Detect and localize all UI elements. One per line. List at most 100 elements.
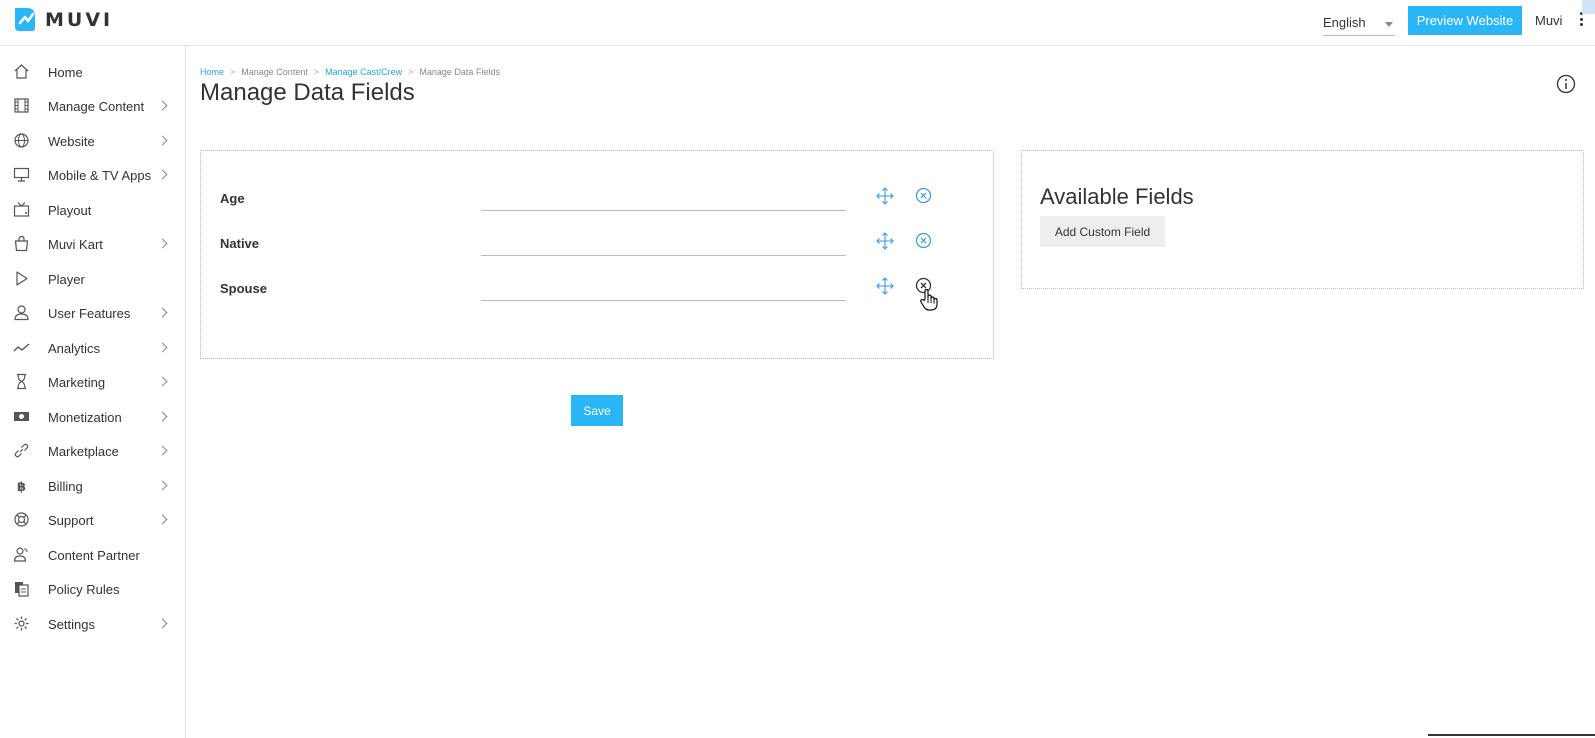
sidebar-item-muvi-kart[interactable]: Muvi Kart bbox=[0, 229, 186, 259]
sidebar-item-analytics[interactable]: Analytics bbox=[0, 333, 186, 363]
native-field-input[interactable] bbox=[481, 226, 846, 256]
user-menu-name[interactable]: Muvi bbox=[1535, 13, 1562, 28]
chevron-right-icon bbox=[157, 411, 168, 422]
remove-circle-icon[interactable] bbox=[915, 232, 932, 249]
chevron-right-icon bbox=[157, 169, 168, 180]
sidebar-item-billing[interactable]: ฿ Billing bbox=[0, 471, 186, 501]
sidebar-item-label: Player bbox=[48, 272, 85, 287]
available-fields-panel: Available Fields Add Custom Field bbox=[1021, 150, 1584, 289]
move-icon[interactable] bbox=[876, 277, 894, 295]
chevron-right-icon bbox=[157, 342, 168, 353]
sidebar-item-player[interactable]: Player bbox=[0, 264, 186, 294]
caret-down-icon bbox=[1385, 22, 1393, 27]
home-icon bbox=[14, 64, 29, 79]
field-row-native: Native bbox=[201, 226, 995, 266]
field-label: Age bbox=[220, 191, 245, 206]
add-custom-field-button[interactable]: Add Custom Field bbox=[1040, 216, 1165, 247]
trend-icon bbox=[13, 343, 30, 352]
sidebar-item-label: Monetization bbox=[48, 410, 122, 425]
sidebar-nav: Home Manage Content Website Mobile & TV … bbox=[0, 46, 186, 738]
shopping-bag-icon bbox=[14, 235, 29, 252]
remove-circle-icon[interactable] bbox=[915, 187, 932, 204]
field-label: Spouse bbox=[220, 281, 267, 296]
chevron-right-icon bbox=[157, 100, 168, 111]
sidebar-item-playout[interactable]: Playout bbox=[0, 195, 186, 225]
gear-icon bbox=[14, 616, 29, 631]
sidebar-item-label: Marketplace bbox=[48, 444, 119, 459]
muvi-logo[interactable]: MUVI bbox=[13, 6, 113, 33]
sidebar-item-content-partner[interactable]: Content Partner bbox=[0, 540, 186, 570]
chevron-right-icon bbox=[157, 445, 168, 456]
bitcoin-icon: ฿ bbox=[17, 480, 26, 494]
breadcrumb-separator: > bbox=[408, 67, 414, 77]
sidebar-item-home[interactable]: Home bbox=[0, 57, 186, 87]
sidebar-item-marketing[interactable]: Marketing bbox=[0, 367, 186, 397]
sidebar-item-policy-rules[interactable]: Policy Rules bbox=[0, 574, 186, 604]
tv-icon bbox=[13, 202, 30, 217]
sidebar-item-mobile-tv-apps[interactable]: Mobile & TV Apps bbox=[0, 160, 186, 190]
sidebar-item-settings[interactable]: Settings bbox=[0, 609, 186, 639]
sidebar-item-label: Marketing bbox=[48, 375, 106, 390]
chevron-right-icon bbox=[157, 376, 168, 387]
monitor-icon bbox=[13, 167, 30, 182]
sidebar-item-label: Support bbox=[48, 513, 94, 528]
bottom-edge-line bbox=[1428, 734, 1595, 736]
sidebar-item-label: User Features bbox=[48, 306, 131, 321]
sidebar-item-support[interactable]: Support bbox=[0, 505, 186, 535]
data-fields-panel: Age Native Spouse bbox=[200, 150, 994, 359]
chevron-right-icon bbox=[157, 238, 168, 249]
breadcrumb: Home > Manage Content > Manage Cast/Crew… bbox=[200, 67, 500, 77]
sidebar-item-label: Analytics bbox=[48, 341, 101, 356]
age-field-input[interactable] bbox=[481, 181, 846, 211]
preview-website-button[interactable]: Preview Website bbox=[1408, 6, 1522, 35]
sidebar-item-user-features[interactable]: User Features bbox=[0, 298, 186, 328]
sidebar-item-label: Billing bbox=[48, 479, 83, 494]
sidebar-item-label: Website bbox=[48, 134, 95, 149]
sidebar-item-monetization[interactable]: Monetization bbox=[0, 402, 186, 432]
sidebar-item-marketplace[interactable]: Marketplace bbox=[0, 436, 186, 466]
breadcrumb-separator: > bbox=[313, 67, 320, 77]
link-icon bbox=[14, 443, 29, 458]
hourglass-icon bbox=[17, 373, 26, 390]
film-icon bbox=[14, 98, 29, 113]
top-header: MUVI English Preview Website Muvi bbox=[0, 0, 1595, 46]
sidebar-item-label: Playout bbox=[48, 203, 92, 218]
globe-icon bbox=[14, 133, 29, 148]
sidebar-item-label: Settings bbox=[48, 617, 95, 632]
sidebar-item-label: Content Partner bbox=[48, 548, 140, 563]
move-icon[interactable] bbox=[876, 187, 894, 205]
save-button[interactable]: Save bbox=[571, 395, 623, 426]
sidebar-item-manage-content[interactable]: Manage Content bbox=[0, 91, 186, 121]
sidebar-item-label: Policy Rules bbox=[48, 582, 120, 597]
field-row-spouse: Spouse bbox=[201, 271, 995, 311]
sidebar-item-website[interactable]: Website bbox=[0, 126, 186, 156]
breadcrumb-manage-content: Manage Content bbox=[241, 67, 308, 77]
breadcrumb-home-link[interactable]: Home bbox=[200, 67, 224, 77]
money-icon bbox=[14, 412, 29, 421]
svg-text:฿: ฿ bbox=[17, 480, 26, 494]
field-label: Native bbox=[220, 236, 260, 251]
hand-cursor-icon bbox=[920, 288, 938, 311]
chevron-right-icon bbox=[157, 514, 168, 525]
move-icon[interactable] bbox=[876, 232, 894, 250]
chevron-right-icon bbox=[157, 307, 168, 318]
language-select[interactable]: English bbox=[1323, 12, 1395, 36]
breadcrumb-separator: > bbox=[230, 67, 236, 77]
partner-icon bbox=[13, 547, 28, 562]
user-icon bbox=[14, 305, 29, 321]
sidebar-item-label: Home bbox=[48, 65, 83, 80]
breadcrumb-current: Manage Data Fields bbox=[419, 67, 500, 77]
breadcrumb-manage-cast-crew-link[interactable]: Manage Cast/Crew bbox=[325, 67, 402, 77]
spouse-field-input[interactable] bbox=[481, 271, 846, 301]
corner-widget bbox=[1582, 0, 1595, 14]
sidebar-item-label: Manage Content bbox=[48, 99, 145, 114]
page-title: Manage Data Fields bbox=[200, 79, 415, 106]
more-options-icon[interactable] bbox=[1580, 12, 1584, 26]
logo-text: MUVI bbox=[45, 8, 114, 31]
chevron-right-icon bbox=[157, 135, 168, 146]
field-row-age: Age bbox=[201, 181, 995, 221]
muvi-logo-icon bbox=[15, 8, 35, 31]
available-fields-title: Available Fields bbox=[1040, 184, 1194, 209]
info-icon[interactable] bbox=[1556, 74, 1576, 94]
sidebar-item-label: Muvi Kart bbox=[48, 237, 103, 252]
